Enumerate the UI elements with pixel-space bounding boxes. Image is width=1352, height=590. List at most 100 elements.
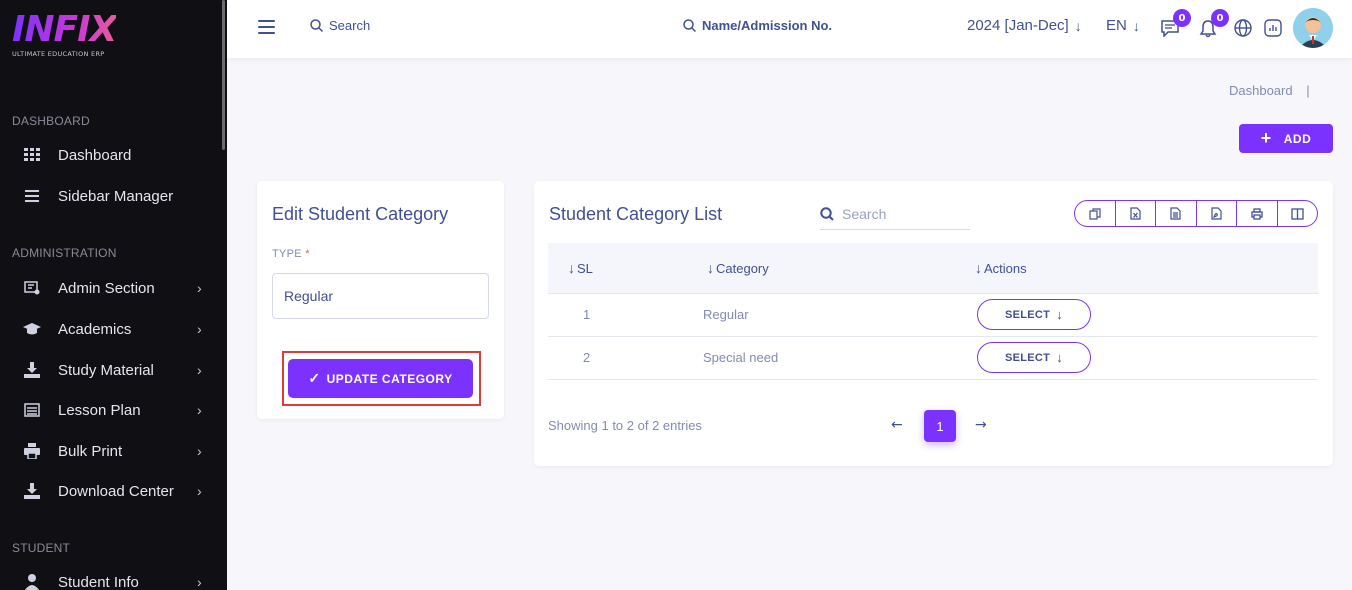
- list-search-placeholder: Search: [842, 205, 887, 222]
- sidebar-item-label: Download Center: [58, 482, 174, 500]
- logo-tagline: ULTIMATE EDUCATION ERP: [12, 50, 105, 58]
- sidebar-scrollbar[interactable]: [222, 0, 225, 150]
- plus-icon: +: [1260, 128, 1272, 148]
- menu-toggle-icon[interactable]: [258, 20, 275, 34]
- csv-button[interactable]: [1156, 201, 1197, 226]
- download-icon: [23, 482, 41, 500]
- showing-entries: Showing 1 to 2 of 2 entries: [548, 418, 702, 433]
- sidebar-item-academics[interactable]: Academics ›: [0, 314, 227, 344]
- row-sl: 1: [583, 307, 591, 322]
- sidebar-item-study-material[interactable]: Study Material ›: [0, 355, 227, 385]
- type-label-text: TYPE: [272, 248, 302, 260]
- column-sl-label: SL: [577, 260, 593, 276]
- type-label: TYPE *: [272, 248, 310, 260]
- chevron-right-icon: ›: [197, 280, 202, 296]
- header-search[interactable]: Search: [310, 18, 370, 33]
- excel-button[interactable]: [1116, 201, 1156, 226]
- website-button[interactable]: [1232, 17, 1254, 39]
- update-category-label: UPDATE CATEGORY: [326, 371, 453, 386]
- sidebar: INFIX ULTIMATE EDUCATION ERP DASHBOARD D…: [0, 0, 227, 590]
- chevron-right-icon: ›: [197, 321, 202, 337]
- notification-button[interactable]: 0: [1197, 9, 1229, 39]
- logo-text: INFIX: [12, 9, 117, 50]
- arrow-down-icon: ↓: [1056, 350, 1063, 365]
- printer-icon: [1251, 207, 1263, 220]
- logo[interactable]: INFIX ULTIMATE EDUCATION ERP: [12, 9, 117, 59]
- edit-category-card: Edit Student Category TYPE * ✓ UPDATE CA…: [257, 181, 504, 419]
- sidebar-item-student-info[interactable]: Student Info ›: [0, 567, 227, 590]
- section-dashboard: DASHBOARD: [12, 114, 90, 128]
- copy-button[interactable]: [1075, 201, 1116, 226]
- sidebar-item-download-center[interactable]: Download Center ›: [0, 476, 227, 506]
- column-actions[interactable]: ↓ Actions: [975, 260, 1027, 276]
- check-icon: ✓: [308, 370, 321, 386]
- chevron-right-icon: ›: [197, 402, 202, 418]
- row-category: Regular: [703, 307, 749, 322]
- edit-form-title: Edit Student Category: [272, 204, 449, 224]
- search-icon: [683, 19, 696, 32]
- chevron-right-icon: ›: [197, 574, 202, 590]
- previous-page-icon[interactable]: ←: [891, 417, 903, 433]
- columns-button[interactable]: [1278, 201, 1318, 226]
- academic-year-selector[interactable]: 2024 [Jan-Dec] ↓: [967, 17, 1082, 34]
- column-sl[interactable]: ↓ SL: [568, 260, 593, 276]
- sort-arrow-icon: ↓: [568, 260, 575, 276]
- sort-arrow-icon: ↓: [707, 260, 714, 276]
- select-label: SELECT: [1004, 351, 1051, 364]
- type-input[interactable]: [272, 273, 489, 319]
- printer-icon: [23, 442, 41, 460]
- chevron-right-icon: ›: [197, 362, 202, 378]
- section-student: STUDENT: [12, 541, 71, 555]
- arrow-down-icon: ↓: [1132, 17, 1140, 34]
- excel-icon: [1130, 207, 1141, 220]
- sort-arrow-icon: ↓: [975, 260, 982, 276]
- table-row: 1 Regular SELECT ↓: [548, 294, 1318, 337]
- list-title: Student Category List: [549, 204, 723, 224]
- admin-icon: [23, 279, 41, 297]
- arrow-down-icon: ↓: [1056, 307, 1063, 322]
- page-number-button[interactable]: 1: [924, 410, 956, 442]
- section-administration: ADMINISTRATION: [12, 246, 117, 260]
- download-icon: [23, 361, 41, 379]
- chat-button[interactable]: 0: [1159, 9, 1191, 39]
- list-search-input[interactable]: Search: [820, 198, 970, 230]
- update-category-button[interactable]: ✓ UPDATE CATEGORY: [288, 359, 473, 398]
- reports-button[interactable]: [1262, 17, 1284, 39]
- copy-icon: [1089, 207, 1101, 220]
- sidebar-item-label: Study Material: [58, 361, 154, 379]
- sidebar-item-label: Academics: [58, 320, 132, 338]
- graduation-cap-icon: [23, 320, 41, 338]
- grid-icon: [23, 146, 41, 164]
- sidebar-item-label: Sidebar Manager: [58, 187, 174, 205]
- academic-year-value: 2024 [Jan-Dec]: [967, 17, 1069, 34]
- breadcrumb-dashboard[interactable]: Dashboard: [1229, 83, 1293, 98]
- breadcrumb-separator: |: [1306, 83, 1310, 98]
- sidebar-item-label: Admin Section: [58, 279, 155, 297]
- name-search-label: Name/Admission No.: [702, 18, 833, 33]
- next-page-icon[interactable]: →: [975, 417, 987, 433]
- select-action-button[interactable]: SELECT ↓: [977, 342, 1091, 373]
- row-category: Special need: [703, 350, 779, 365]
- sidebar-item-sidebar-manager[interactable]: Sidebar Manager: [0, 181, 227, 211]
- language-value: EN: [1106, 17, 1127, 34]
- top-header: Search Name/Admission No. 2024 [Jan-Dec]…: [227, 0, 1352, 58]
- breadcrumb: Dashboard |: [1229, 83, 1310, 98]
- sidebar-item-lesson-plan[interactable]: Lesson Plan ›: [0, 395, 227, 425]
- avatar[interactable]: [1293, 8, 1333, 48]
- column-category[interactable]: ↓ Category: [707, 260, 769, 276]
- language-selector[interactable]: EN ↓: [1106, 17, 1140, 34]
- select-action-button[interactable]: SELECT ↓: [977, 299, 1091, 330]
- sidebar-item-bulk-print[interactable]: Bulk Print ›: [0, 436, 227, 466]
- notification-badge: 0: [1211, 9, 1229, 27]
- file-text-icon: [1170, 207, 1181, 220]
- name-admission-search[interactable]: Name/Admission No.: [683, 18, 832, 33]
- add-button[interactable]: + ADD: [1239, 124, 1333, 153]
- pdf-button[interactable]: [1197, 201, 1237, 226]
- export-buttons: [1074, 200, 1318, 227]
- print-button[interactable]: [1237, 201, 1278, 226]
- column-category-label: Category: [716, 260, 769, 276]
- lesson-icon: [23, 401, 41, 419]
- sidebar-item-dashboard[interactable]: Dashboard: [0, 140, 227, 170]
- sidebar-item-label: Bulk Print: [58, 442, 123, 460]
- sidebar-item-admin-section[interactable]: Admin Section ›: [0, 273, 227, 303]
